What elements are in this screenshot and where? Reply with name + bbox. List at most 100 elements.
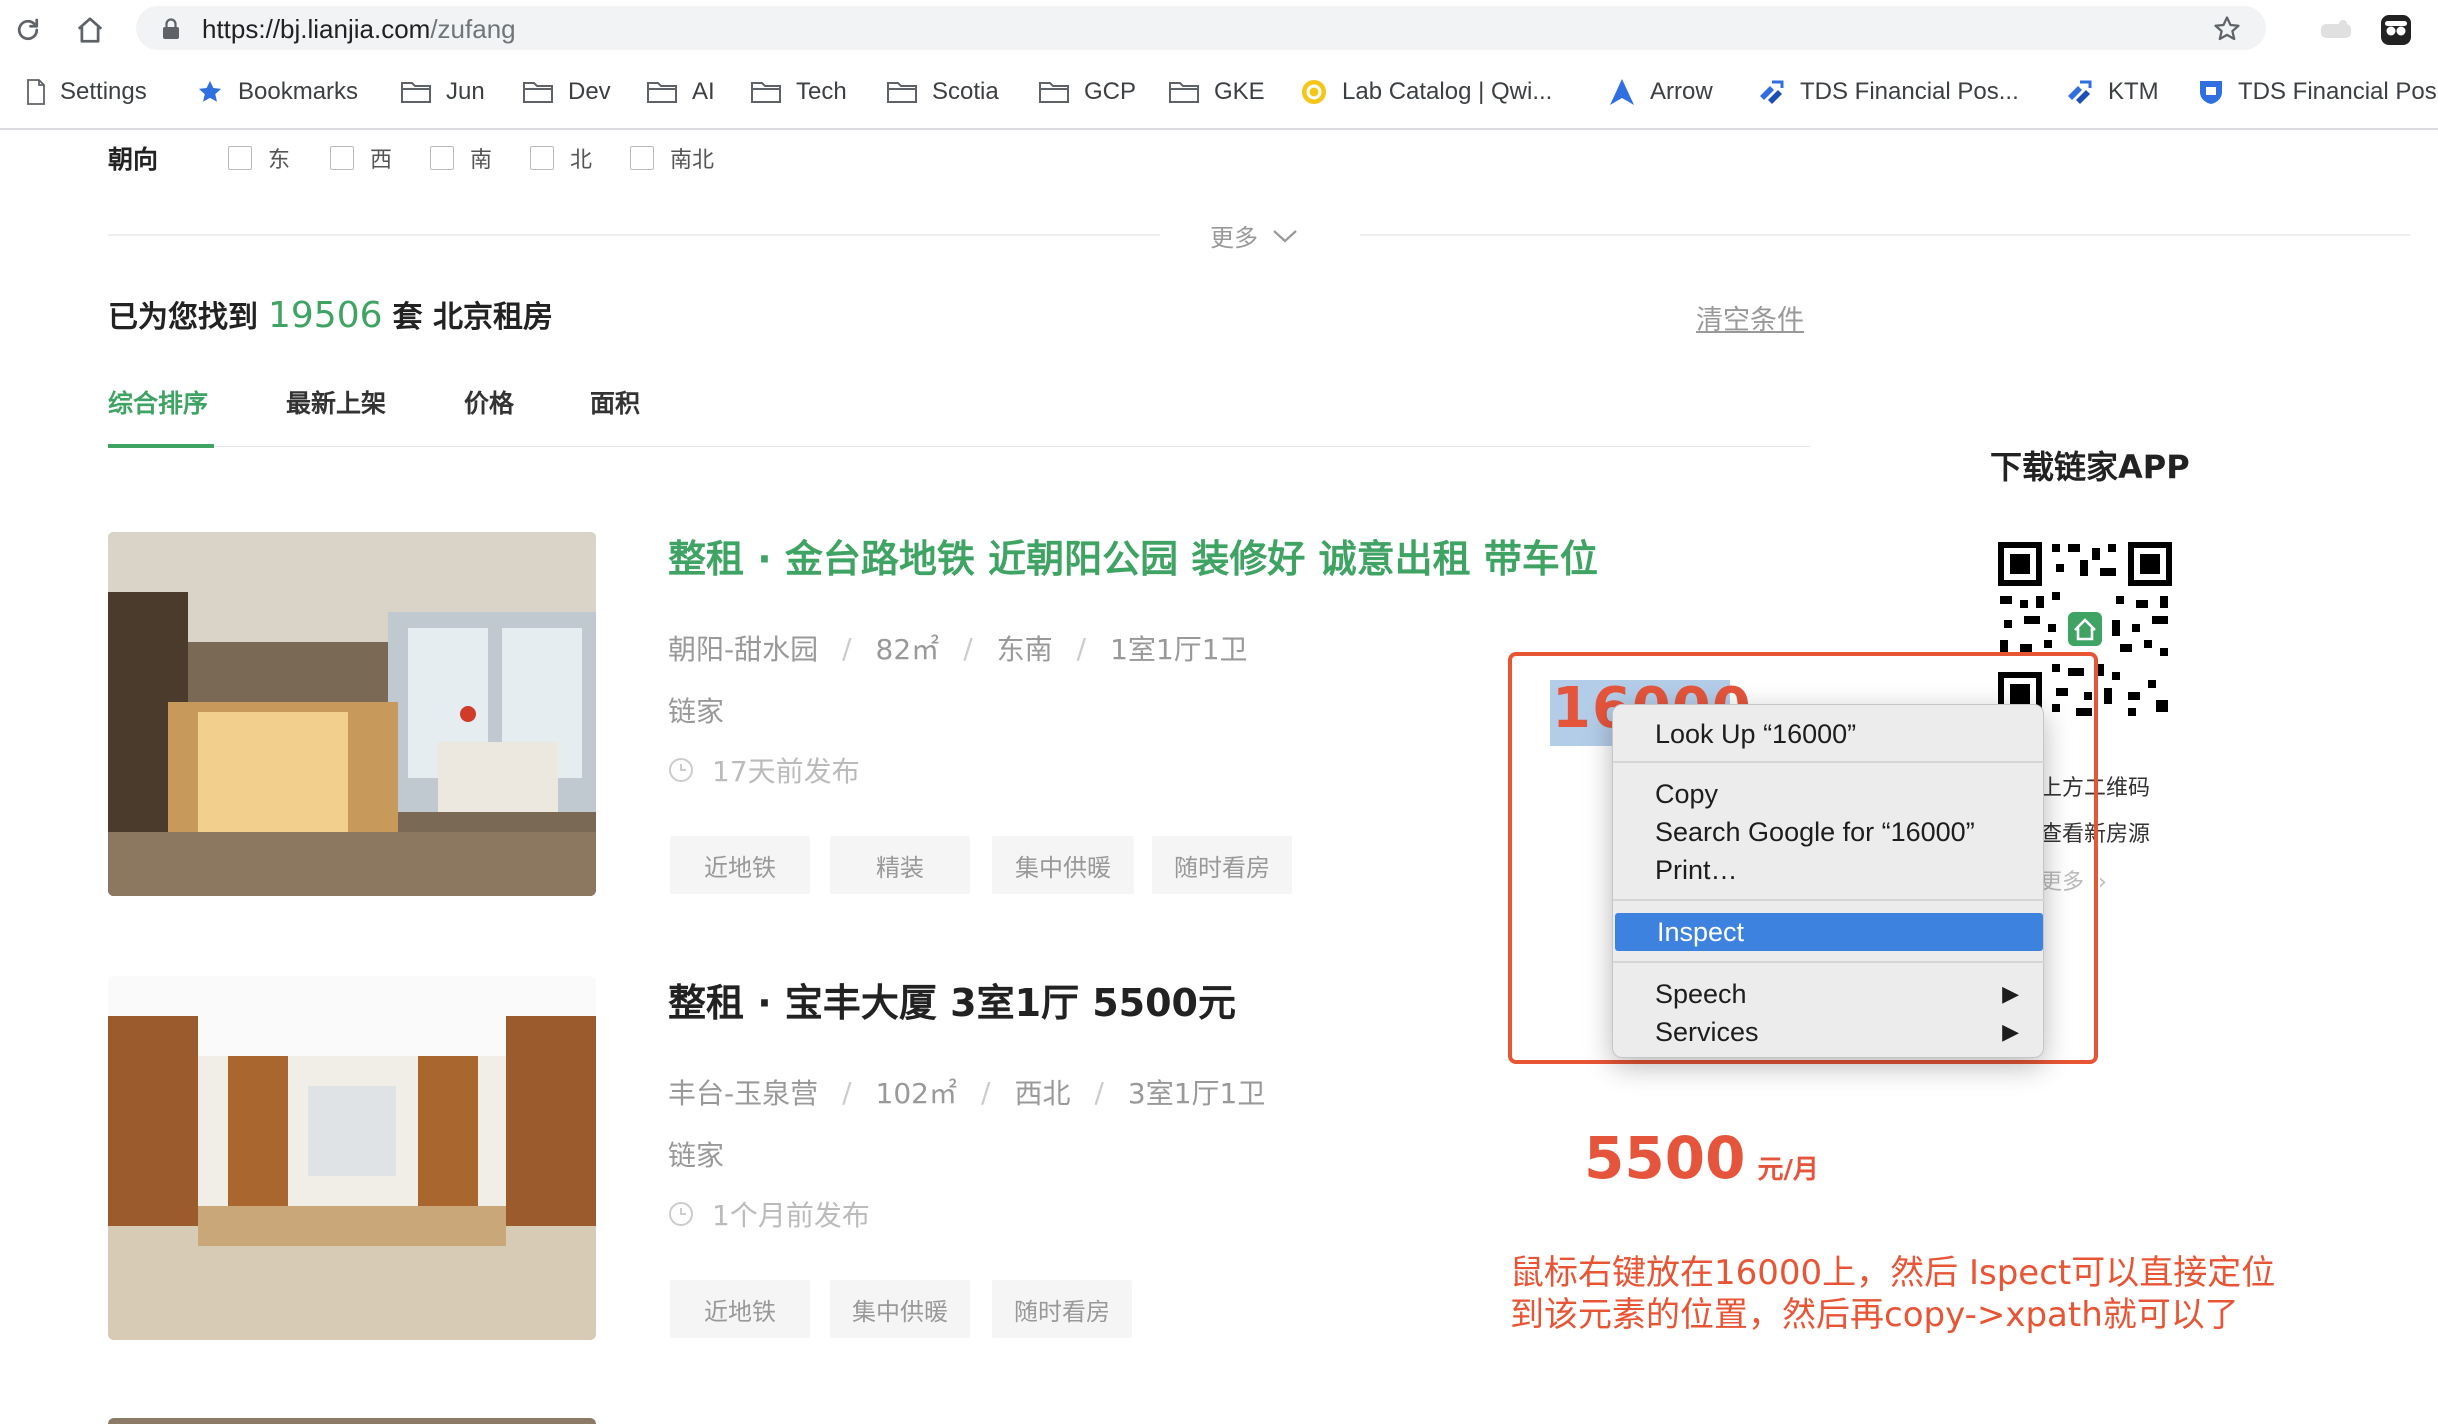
meta-separator: / xyxy=(1094,1075,1104,1109)
orientation-north-checkbox[interactable]: 北 xyxy=(530,142,592,174)
shield-icon xyxy=(2200,81,2222,104)
listing-district[interactable]: 丰台-玉泉营 xyxy=(668,1072,818,1112)
orientation-east-checkbox[interactable]: 东 xyxy=(228,142,290,174)
meta-separator: / xyxy=(963,631,973,665)
checkbox-box[interactable] xyxy=(430,146,454,170)
listing-meta: 朝阳-甜水园 / 82㎡ / 东南 / 1室1厅1卫 xyxy=(668,628,1248,668)
chevron-down-icon xyxy=(1273,229,1297,242)
bookmark-folder-dev[interactable]: Dev xyxy=(522,70,611,114)
context-menu: Look Up “16000” Copy Search Google for “… xyxy=(1612,704,2045,1058)
menu-item-services[interactable]: Services ▶ xyxy=(1613,1013,2045,1051)
menu-item-search-google[interactable]: Search Google for “16000” xyxy=(1613,813,2045,851)
listing-area: 102㎡ xyxy=(875,1077,957,1110)
menu-item-label: Speech xyxy=(1655,978,1747,1009)
bookmark-lab-catalog[interactable]: Lab Catalog | Qwi... xyxy=(1300,70,1552,114)
home-icon[interactable] xyxy=(72,12,108,48)
bookmark-label: Lab Catalog | Qwi... xyxy=(1342,78,1553,105)
bookmark-tds-financial[interactable]: TDS Financial Pos... xyxy=(1756,70,2019,114)
clear-filters-link[interactable]: 清空条件 xyxy=(1696,298,1804,337)
clock-icon xyxy=(669,758,693,782)
folder-icon xyxy=(1169,82,1199,103)
bookmark-folder-gcp[interactable]: GCP xyxy=(1038,70,1136,114)
listing-price: 5500 元/月 xyxy=(1584,1124,1819,1192)
bookmark-bookmarks[interactable]: Bookmarks xyxy=(196,70,358,114)
orientation-filter-label: 朝向 xyxy=(108,145,159,174)
bookmark-ktm[interactable]: KTM xyxy=(2064,70,2159,114)
menu-separator xyxy=(1613,899,2045,901)
listing-time: 17天前发布 xyxy=(668,750,860,790)
url-text[interactable]: https://bj.lianjia.com/zufang xyxy=(202,14,516,45)
clock-icon xyxy=(669,1202,693,1226)
listing-brand: 链家 xyxy=(668,695,725,728)
reload-icon[interactable] xyxy=(10,12,46,48)
checkbox-box[interactable] xyxy=(630,146,654,170)
tab-default-sort[interactable]: 综合排序 xyxy=(108,384,208,420)
listing-district[interactable]: 朝阳-甜水园 xyxy=(668,628,818,668)
menu-item-inspect[interactable]: Inspect xyxy=(1615,913,2043,951)
submenu-arrow-icon: ▶ xyxy=(2002,981,2019,1006)
listing-tag: 近地铁 xyxy=(670,1280,810,1338)
omnibox[interactable]: https://bj.lianjia.com/zufang xyxy=(136,6,2266,50)
qwiklabs-icon xyxy=(1302,80,1326,104)
chevron-right-icon: › xyxy=(2098,870,2107,895)
bookmark-label: Scotia xyxy=(932,78,999,105)
bookmark-label: Settings xyxy=(60,78,147,105)
menu-item-copy[interactable]: Copy xyxy=(1613,775,2045,813)
checkbox-label: 北 xyxy=(570,148,593,173)
bookmark-tds-financial-2[interactable]: TDS Financial Pos xyxy=(2198,70,2437,114)
listing-layout: 1室1厅1卫 xyxy=(1110,633,1248,666)
orientation-west-checkbox[interactable]: 西 xyxy=(330,142,392,174)
tab-area[interactable]: 面积 xyxy=(590,384,640,420)
listing-time-text: 17天前发布 xyxy=(712,755,860,788)
orientation-southnorth-checkbox[interactable]: 南北 xyxy=(630,142,714,174)
bookmark-folder-jun[interactable]: Jun xyxy=(400,70,485,114)
checkbox-box[interactable] xyxy=(530,146,554,170)
listing-time: 1个月前发布 xyxy=(668,1194,870,1234)
divider xyxy=(108,234,1160,236)
listing-title[interactable]: 整租 · 金台路地铁 近朝阳公园 装修好 诚意出租 带车位 xyxy=(668,528,1598,583)
listing-tag: 近地铁 xyxy=(670,836,810,894)
url-host: https://bj.lianjia.com xyxy=(202,14,431,44)
listing-area: 82㎡ xyxy=(875,633,940,666)
menu-item-print[interactable]: Print… xyxy=(1613,851,2045,889)
bookmark-label: Bookmarks xyxy=(238,78,359,105)
tab-newest[interactable]: 最新上架 xyxy=(286,384,386,420)
bookmark-label: GCP xyxy=(1084,78,1137,105)
bookmark-folder-gke[interactable]: GKE xyxy=(1168,70,1265,114)
bookmark-label: Jun xyxy=(446,78,485,105)
listing-photo[interactable] xyxy=(108,532,596,896)
listing-photo[interactable] xyxy=(108,976,596,1340)
more-filters-button[interactable]: 更多 xyxy=(1210,218,1298,253)
folder-icon xyxy=(647,82,677,103)
bookmark-settings[interactable]: Settings xyxy=(26,70,147,114)
bookmark-label: Dev xyxy=(568,78,611,105)
checkbox-label: 东 xyxy=(268,148,291,173)
browser-chrome: https://bj.lianjia.com/zufang Settings B… xyxy=(0,0,2438,130)
folder-icon xyxy=(1039,82,1069,103)
menu-item-look-up[interactable]: Look Up “16000” xyxy=(1613,715,2045,753)
bookmarks-bar: Settings Bookmarks Jun Dev AI Tech Scoti… xyxy=(0,70,2438,114)
menu-item-speech[interactable]: Speech ▶ xyxy=(1613,975,2045,1013)
profile-icon[interactable] xyxy=(2378,12,2414,48)
checkbox-box[interactable] xyxy=(228,146,252,170)
annotation-line-2: 到该元素的位置，然后再copy->xpath就可以了 xyxy=(1510,1295,2239,1335)
bookmark-folder-tech[interactable]: Tech xyxy=(750,70,847,114)
jira-icon xyxy=(2068,80,2092,104)
menu-item-label: Search Google for “16000” xyxy=(1655,816,1975,847)
listing-tag: 随时看房 xyxy=(1152,836,1292,894)
bookmark-folder-scotia[interactable]: Scotia xyxy=(886,70,999,114)
meta-separator: / xyxy=(981,1075,991,1109)
listing-title[interactable]: 整租 · 宝丰大厦 3室1厅 5500元 xyxy=(668,972,1236,1027)
bookmark-arrow[interactable]: Arrow xyxy=(1608,70,1713,114)
menu-separator xyxy=(1613,961,2045,963)
extension-icon[interactable] xyxy=(2318,12,2354,48)
listing-price-unit: 元/月 xyxy=(1757,1155,1819,1185)
bookmark-star-icon[interactable] xyxy=(2212,14,2242,44)
checkbox-box[interactable] xyxy=(330,146,354,170)
orientation-south-checkbox[interactable]: 南 xyxy=(430,142,492,174)
bookmark-folder-ai[interactable]: AI xyxy=(646,70,715,114)
checkbox-label: 西 xyxy=(370,148,393,173)
tab-price[interactable]: 价格 xyxy=(464,384,514,420)
annotation-note: 鼠标右键放在16000上，然后 Ispect可以直接定位 到该元素的位置，然后再… xyxy=(1510,1252,2275,1336)
meta-separator: / xyxy=(842,1075,852,1109)
